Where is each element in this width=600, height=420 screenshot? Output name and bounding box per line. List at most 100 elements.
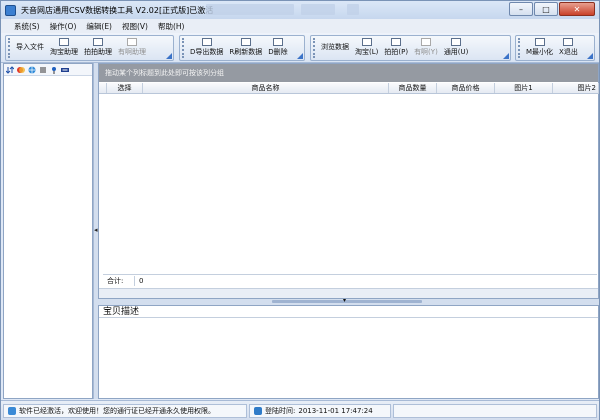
export-data-label: D导出数据 <box>190 48 224 56</box>
browse-data-label: 浏览数据 <box>321 43 349 51</box>
minimize-icon <box>534 38 545 46</box>
login-time: 2013-11-01 17:47:24 <box>298 406 373 415</box>
refresh-icon <box>240 38 251 46</box>
toolbar-options-icon[interactable] <box>503 53 509 59</box>
column-header-image1[interactable]: 图片1 <box>495 83 553 93</box>
export-data-button[interactable]: D导出数据 <box>187 38 226 60</box>
login-time-panel: 登陆时间: 2013-11-01 17:47:24 <box>249 403 391 418</box>
clock-icon <box>254 406 262 415</box>
menu-help[interactable]: 帮助(H) <box>153 21 190 32</box>
taobao-icon <box>361 38 372 46</box>
window-title: 天音网店通用CSV数据转换工具 V2.02[正式版]已激活 <box>21 5 214 15</box>
toolbar-grip[interactable] <box>518 38 521 58</box>
paipai-assistant-label: 拍拍助理 <box>84 48 112 56</box>
collapse-down-icon[interactable]: ▾ <box>343 297 346 304</box>
minimize-app-label: M最小化 <box>526 48 554 56</box>
general-button[interactable]: 通用(U) <box>441 38 472 60</box>
minus-icon[interactable] <box>61 66 69 74</box>
total-value: 0 <box>139 277 144 285</box>
globe-icon[interactable] <box>28 66 36 74</box>
youa-assistant-icon <box>127 38 137 46</box>
toolbar-group-import: 导入文件 淘宝助理 拍拍助理 有啊助理 <box>5 35 174 61</box>
exit-icon <box>563 38 574 46</box>
category-panel <box>3 63 93 399</box>
minimize-app-button[interactable]: M最小化 <box>523 38 556 60</box>
paipai-icon <box>391 38 402 46</box>
export-icon <box>201 38 212 46</box>
refresh-data-label: R刷新数据 <box>229 48 263 56</box>
pin-icon[interactable] <box>50 66 58 74</box>
toolbar-grip[interactable] <box>313 38 316 58</box>
menu-system[interactable]: 系统(S) <box>9 21 45 32</box>
browse-data-button[interactable]: 浏览数据 <box>318 42 352 60</box>
youa-assistant-label: 有啊助理 <box>118 48 146 56</box>
total-label: 合计: <box>103 276 135 286</box>
blurred-region <box>347 4 359 15</box>
maximize-button[interactable]: □ <box>534 2 558 16</box>
refresh-data-button[interactable]: R刷新数据 <box>226 38 265 60</box>
menu-operation[interactable]: 操作(O) <box>45 21 82 32</box>
description-panel: 宝贝描述 <box>98 305 599 399</box>
youa-button[interactable]: 有啊(Y) <box>411 38 441 60</box>
taobao-assistant-label: 淘宝助理 <box>50 48 78 56</box>
column-header-product-name[interactable]: 商品名称 <box>143 83 389 93</box>
exit-label: X退出 <box>559 48 578 56</box>
title-bar[interactable]: 天音网店通用CSV数据转换工具 V2.02[正式版]已激活 – □ ✕ <box>1 1 599 19</box>
app-icon <box>5 4 16 16</box>
toolbar-group-window: M最小化 X退出 <box>515 35 595 61</box>
toolbar-group-data: D导出数据 R刷新数据 D删除 <box>179 35 305 61</box>
general-icon <box>451 38 462 46</box>
paipai-assistant-button[interactable]: 拍拍助理 <box>81 38 115 60</box>
product-grid: 拖动某个列标题到此处即可按该列分组 选择 商品名称 商品数量 商品价格 图片1 … <box>98 63 599 299</box>
toolbar-grip[interactable] <box>182 38 185 58</box>
color-icon[interactable] <box>17 66 25 74</box>
column-header-price[interactable]: 商品价格 <box>437 83 495 93</box>
category-toolbar <box>4 64 92 76</box>
general-label: 通用(U) <box>443 48 469 56</box>
delete-label: D删除 <box>268 48 288 56</box>
horizontal-scrollbar[interactable] <box>99 288 598 298</box>
column-header-quantity[interactable]: 商品数量 <box>389 83 437 93</box>
youa-assistant-button[interactable]: 有啊助理 <box>115 38 149 60</box>
column-header-select[interactable]: 选择 <box>107 83 143 93</box>
row-indicator-header <box>99 83 107 93</box>
minimize-button[interactable]: – <box>509 2 533 16</box>
status-empty-panel <box>393 403 597 418</box>
exit-button[interactable]: X退出 <box>556 38 581 60</box>
login-label: 登陆时间: <box>265 406 296 415</box>
list-icon[interactable] <box>39 66 47 74</box>
info-icon <box>8 406 16 415</box>
toolbar-options-icon[interactable] <box>297 53 303 59</box>
delete-button[interactable]: D删除 <box>265 38 290 60</box>
toolbar-options-icon[interactable] <box>587 53 593 59</box>
column-header-image2[interactable]: 图片2 <box>553 83 599 93</box>
description-title: 宝贝描述 <box>99 306 598 318</box>
taobao-assistant-button[interactable]: 淘宝助理 <box>47 38 81 60</box>
status-message: 软件已经激活，欢迎使用！您的通行证已经开通永久使用权限。 <box>19 406 215 415</box>
app-window: 天音网店通用CSV数据转换工具 V2.02[正式版]已激活 – □ ✕ 系统(S… <box>0 0 600 420</box>
sort-icon[interactable] <box>6 65 14 74</box>
paipai-button[interactable]: 拍拍(P) <box>381 38 411 60</box>
menu-edit[interactable]: 编辑(E) <box>81 21 117 32</box>
import-file-button[interactable]: 导入文件 <box>13 42 47 60</box>
menu-view[interactable]: 视图(V) <box>117 21 153 32</box>
blurred-region <box>301 4 335 15</box>
splitter-handle[interactable] <box>272 300 422 303</box>
taobao-assistant-icon <box>59 38 69 46</box>
group-by-hint[interactable]: 拖动某个列标题到此处即可按该列分组 <box>99 64 598 82</box>
toolbar-group-browse: 浏览数据 淘宝(L) 拍拍(P) 有啊(Y) 通用(U) <box>310 35 511 61</box>
total-row: 合计: 0 <box>103 274 597 287</box>
toolbar-options-icon[interactable] <box>166 53 172 59</box>
taobao-label: 淘宝(L) <box>355 48 379 56</box>
collapse-left-icon[interactable]: ◂ <box>94 226 98 234</box>
toolbar-grip[interactable] <box>8 38 11 58</box>
youa-icon <box>420 38 431 46</box>
paipai-label: 拍拍(P) <box>384 48 409 56</box>
taobao-button[interactable]: 淘宝(L) <box>352 38 381 60</box>
import-file-label: 导入文件 <box>16 43 44 51</box>
paipai-assistant-icon <box>93 38 103 46</box>
close-button[interactable]: ✕ <box>559 2 595 16</box>
grid-header: 选择 商品名称 商品数量 商品价格 图片1 图片2 <box>99 83 599 94</box>
status-message-panel: 软件已经激活，欢迎使用！您的通行证已经开通永久使用权限。 <box>3 403 247 418</box>
blurred-region <box>206 4 294 15</box>
